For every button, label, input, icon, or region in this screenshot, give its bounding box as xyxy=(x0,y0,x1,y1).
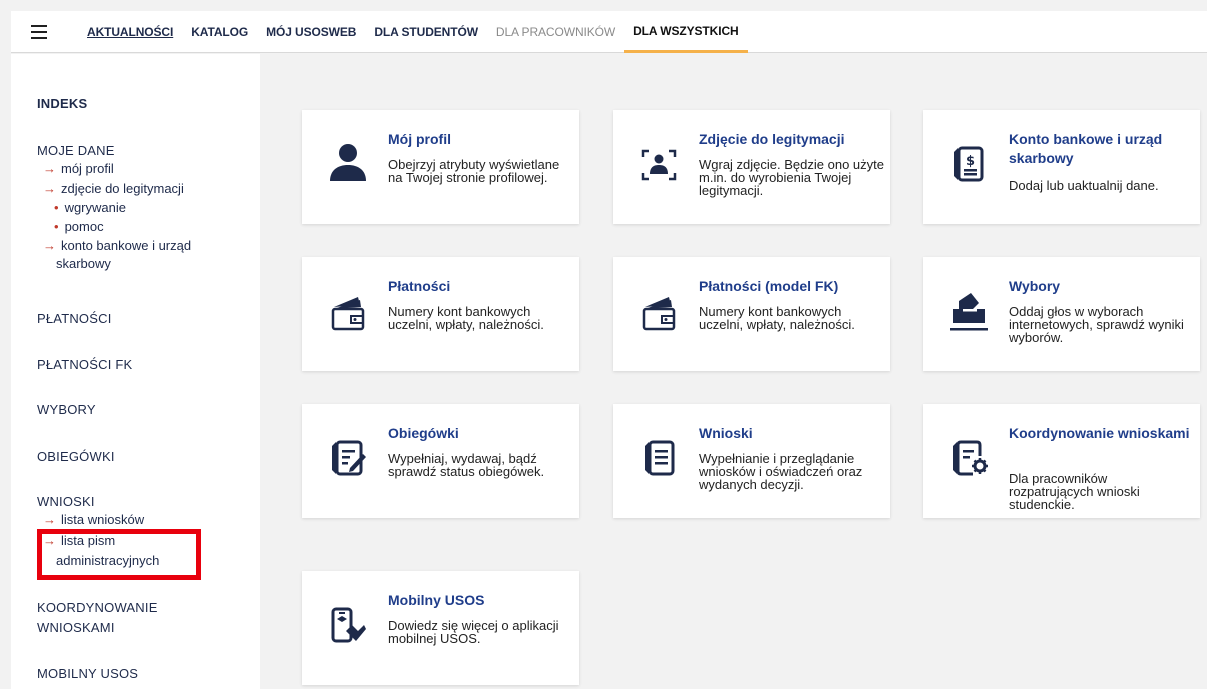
nav-dla-pracownikow[interactable]: DLA PRACOWNIKÓW xyxy=(487,11,624,53)
sidebar-subitem-zdjecie[interactable]: → zdjęcie do legitymacji xyxy=(43,180,184,198)
mobile-app-icon xyxy=(331,607,366,643)
card-obiegowki[interactable]: Obiegówki Wypełniaj, wydawaj, bądź spraw… xyxy=(302,404,579,518)
sidebar-subitem-lista-wnioskow[interactable]: → lista wniosków xyxy=(43,511,144,529)
sidebar-item-platnosci-fk[interactable]: PŁATNOŚCI FK xyxy=(37,357,132,372)
card-description: Wgraj zdjęcie. Będzie ono użyte m.in. do… xyxy=(699,157,884,198)
card-platnosci[interactable]: Płatności Numery kont bankowych uczelni,… xyxy=(302,257,579,371)
card-mobilny-usos[interactable]: Mobilny USOS Dowiedz się więcej o aplika… xyxy=(302,571,579,685)
card-description: Dla pracowników rozpatrujących wnioski s… xyxy=(1009,471,1140,512)
sidebar-item-koordynowanie[interactable]: KOORDYNOWANIE xyxy=(37,600,158,615)
card-title: Płatności xyxy=(388,278,451,294)
wallet-icon xyxy=(331,297,365,331)
ballot-box-icon xyxy=(950,293,988,331)
sidebar-subitem-label: lista wniosków xyxy=(61,512,145,527)
sidebar-item-obiegowki[interactable]: OBIEGÓWKI xyxy=(37,449,115,464)
card-wnioski[interactable]: Wnioski Wypełnianie i przeglądanie wnios… xyxy=(613,404,890,518)
arrow-right-icon: → xyxy=(43,161,56,176)
menu-icon[interactable] xyxy=(11,11,67,53)
card-title: Koordynowanie wnioskami xyxy=(1009,425,1190,441)
card-title: Wybory xyxy=(1009,278,1061,294)
card-description: Numery kont bankowych uczelni, wpłaty, n… xyxy=(388,304,544,332)
bullet-icon: • xyxy=(54,219,59,234)
sidebar-subitem-label: mój profil xyxy=(61,161,114,176)
sidebar-subitem-moj-profil[interactable]: → mój profil xyxy=(43,160,114,178)
card-wybory[interactable]: Wybory Oddaj głos w wyborach internetowy… xyxy=(923,257,1200,371)
highlight-box xyxy=(37,529,201,580)
user-icon xyxy=(330,144,366,181)
sidebar-subitem-label: konto bankowe i urząd xyxy=(61,238,192,253)
sidebar-subitem-konto-cont[interactable]: skarbowy xyxy=(56,255,111,273)
card-description: Wypełniaj, wydawaj, bądź sprawdź status … xyxy=(388,451,545,479)
card-title: Obiegówki xyxy=(388,425,459,441)
sidebar-item-koordynowanie-cont[interactable]: WNIOSKAMI xyxy=(37,620,115,635)
sidebar-subitem-pomoc[interactable]: • pomoc xyxy=(54,218,104,236)
card-title: Wnioski xyxy=(699,425,753,441)
card-zdjecie[interactable]: Zdjęcie do legitymacji Wgraj zdjęcie. Bę… xyxy=(613,110,890,224)
nav-aktualnosci[interactable]: AKTUALNOŚCI xyxy=(67,11,182,53)
card-konto-bankowe[interactable]: $ Konto bankowe i urząd skarbowy Dodaj l… xyxy=(923,110,1200,224)
card-description: Wypełnianie i przeglądanie wniosków i oś… xyxy=(699,451,863,492)
card-description: Dowiedz się więcej o aplikacji mobilnej … xyxy=(388,618,559,646)
card-title: Płatności (model FK) xyxy=(699,278,839,294)
sidebar-item-moje-dane[interactable]: MOJE DANE xyxy=(37,143,115,158)
sidebar-item-platnosci[interactable]: PŁATNOŚCI xyxy=(37,311,112,326)
card-description: Obejrzyj atrybuty wyświetlane na Twojej … xyxy=(388,157,560,185)
arrow-right-icon: → xyxy=(43,512,56,527)
bullet-icon: • xyxy=(54,200,59,215)
card-title: Zdjęcie do legitymacji xyxy=(699,131,845,147)
card-koordynowanie[interactable]: Koordynowanie wnioskami Dla pracowników … xyxy=(923,404,1200,518)
bank-document-icon: $ xyxy=(954,146,984,182)
sidebar-subitem-konto[interactable]: → konto bankowe i urząd xyxy=(43,237,191,255)
nav-dla-studentow[interactable]: DLA STUDENTÓW xyxy=(365,11,487,53)
sidebar-subitem-label: pomoc xyxy=(64,219,104,234)
card-description: Dodaj lub uaktualnij dane. xyxy=(1009,178,1159,193)
sidebar-subitem-label: wgrywanie xyxy=(64,200,126,215)
arrow-right-icon: → xyxy=(43,181,56,196)
nav-dla-wszystkich[interactable]: DLA WSZYSTKICH xyxy=(624,11,748,53)
sidebar-item-mobilny[interactable]: MOBILNY USOS xyxy=(37,666,138,681)
top-navigation: AKTUALNOŚCI KATALOG MÓJ USOSWEB DLA STUD… xyxy=(11,11,1207,53)
sidebar-subitem-label: zdjęcie do legitymacji xyxy=(61,181,184,196)
card-description: Oddaj głos w wyborach internetowych, spr… xyxy=(1009,304,1184,345)
card-title: Konto bankowe i urząd skarbowy xyxy=(1009,131,1163,166)
sidebar-subitem-wgrywanie[interactable]: • wgrywanie xyxy=(54,199,126,217)
svg-text:$: $ xyxy=(966,154,975,169)
card-title: Mobilny USOS xyxy=(388,592,485,608)
document-gear-icon xyxy=(953,440,988,476)
photo-id-icon xyxy=(641,149,677,181)
arrow-right-icon: → xyxy=(43,238,56,253)
card-description: Numery kont bankowych uczelni, wpłaty, n… xyxy=(699,304,855,332)
sidebar-item-wnioski[interactable]: WNIOSKI xyxy=(37,494,95,509)
nav-katalog[interactable]: KATALOG xyxy=(182,11,257,53)
card-platnosci-fk[interactable]: Płatności (model FK) Numery kont bankowy… xyxy=(613,257,890,371)
form-edit-icon xyxy=(332,440,366,476)
wallet-icon xyxy=(642,297,676,331)
document-list-icon xyxy=(645,440,675,476)
sidebar-item-indeks[interactable]: INDEKS xyxy=(37,96,87,111)
card-moj-profil[interactable]: Mój profil Obejrzyj atrybuty wyświetlane… xyxy=(302,110,579,224)
sidebar-item-wybory[interactable]: WYBORY xyxy=(37,402,96,417)
sidebar: INDEKS MOJE DANE → mój profil → zdjęcie do… xyxy=(11,54,260,689)
card-title: Mój profil xyxy=(388,131,451,147)
nav-moj-usosweb[interactable]: MÓJ USOSWEB xyxy=(257,11,365,53)
